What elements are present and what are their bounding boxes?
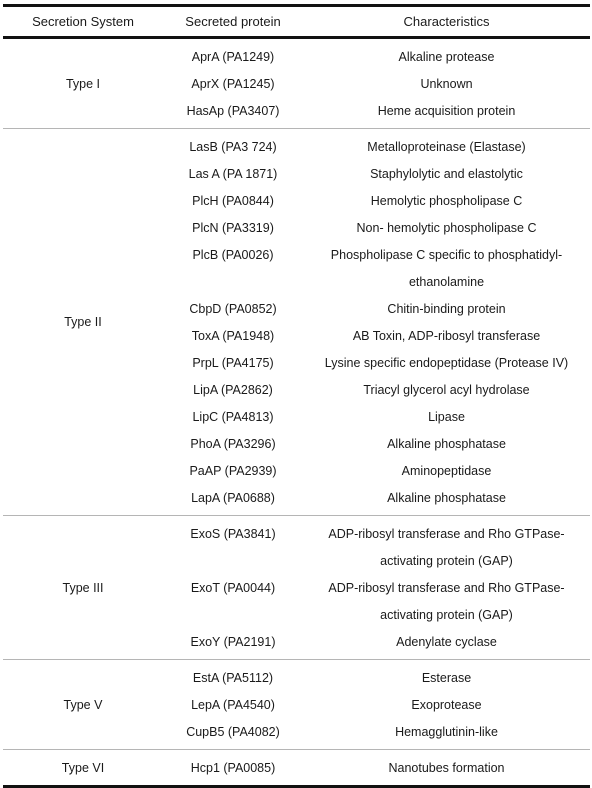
secretion-systems-table: Secretion System Secreted protein Charac… [3,4,590,788]
secreted-protein-cell: ToxA (PA1948) [191,328,275,343]
characteristics-line: Staphylolytic and elastolytic [370,166,523,181]
characteristics-cell: Alkaline protease [303,43,590,70]
characteristics-line: Adenylate cyclase [396,634,497,649]
characteristics-line: Phospholipase C specific to phosphatidyl… [330,247,563,262]
secretion-group: Type V EstA (PA5112) Esterase LepA (PA4540)… [3,660,590,749]
characteristics-cell: Non- hemolytic phospholipase C [303,214,590,241]
secreted-protein-cell: LepA (PA4540) [191,697,275,712]
characteristics-line: Aminopeptidase [401,463,492,478]
header-characteristics: Characteristics [403,14,490,29]
characteristics-line: Lipase [428,409,465,424]
secretion-system-label: Type II [64,315,102,329]
characteristics-cell: Unknown [303,70,590,97]
secreted-protein-cell: PlcN (PA3319) [192,220,274,235]
secreted-protein-cell: PlcB (PA0026) [192,247,274,262]
characteristics-line: Hemagglutinin-like [395,724,498,739]
characteristics-line: Lysine specific endopeptidase (Protease … [324,355,569,370]
characteristics-cell: Triacyl glycerol acyl hydrolase [303,376,590,403]
secreted-protein-cell: LapA (PA0688) [191,490,275,505]
secreted-protein-cell: PlcH (PA0844) [192,193,274,208]
characteristics-cell: Lipase [303,403,590,430]
secretion-system-label: Type V [63,697,103,712]
secretion-system-label: Type III [62,580,104,595]
secretion-group: Type I AprA (PA1249) Alkaline protease AprX… [3,39,590,128]
secreted-protein-cell: ExoY (PA2191) [190,634,276,649]
secreted-protein-cell: ExoS (PA3841) [190,526,276,541]
characteristics-cell: Lysine specific endopeptidase (Protease … [303,349,590,376]
header-secreted-protein: Secreted protein [185,14,281,29]
characteristics-line: Metalloproteinase (Elastase) [367,139,526,154]
characteristics-line: Nanotubes formation [388,760,505,775]
characteristics-cell: Heme acquisition protein [303,97,590,124]
characteristics-line: Esterase [421,670,472,685]
table-header-row: Secretion System Secreted protein Charac… [3,7,590,36]
characteristics-cell: Chitin-binding protein [303,295,590,322]
characteristics-cell: Adenylate cyclase [303,628,590,655]
secreted-protein-cell: CbpD (PA0852) [189,301,277,316]
characteristics-line: activating protein (GAP) [380,607,513,622]
characteristics-line: Non- hemolytic phospholipase C [356,220,537,235]
characteristics-cell: AB Toxin, ADP-ribosyl transferase [303,322,590,349]
characteristics-line: Chitin-binding protein [387,301,506,316]
characteristics-line: Alkaline phosphatase [387,490,506,505]
secreted-protein-cell: Hcp1 (PA0085) [190,760,276,775]
characteristics-line: Exoprotease [411,697,482,712]
characteristics-cell: Hemolytic phospholipase C [303,187,590,214]
secreted-protein-cell: PhoA (PA3296) [190,436,276,451]
characteristics-line: ethanolamine [408,274,485,289]
characteristics-line: Alkaline protease [398,49,495,64]
characteristics-cell: Exoprotease [303,691,590,718]
secreted-protein-cell: PrpL (PA4175) [192,355,274,370]
secretion-group: Type III ExoS (PA3841) ADP-ribosyl transfe… [3,516,590,659]
secreted-protein-cell: EstA (PA5112) [192,670,274,685]
secreted-protein-cell: AprA (PA1249) [191,49,275,64]
characteristics-cell: Nanotubes formation [303,754,590,781]
characteristics-line: ADP-ribosyl transferase and Rho GTPase- [328,526,565,541]
characteristics-line: Triacyl glycerol acyl hydrolase [363,382,530,397]
secreted-protein-cell: CupB5 (PA4082) [186,724,280,739]
header-secretion-system: Secretion System [32,14,134,29]
characteristics-cell: ADP-ribosyl transferase and Rho GTPase-a… [303,574,590,628]
secreted-protein-cell: HasAp (PA3407) [186,103,280,118]
characteristics-line: Unknown [420,76,473,91]
characteristics-cell: Alkaline phosphatase [303,484,590,511]
characteristics-line: AB Toxin, ADP-ribosyl transferase [352,328,541,343]
secreted-protein-cell: LipA (PA2862) [193,382,273,397]
characteristics-line: Hemolytic phospholipase C [370,193,523,208]
characteristics-line: ADP-ribosyl transferase and Rho GTPase- [328,580,565,595]
secretion-system-label: Type I [65,76,101,91]
secretion-group: Type II LasB (PA3 724) Metalloproteinase (… [3,129,590,515]
secreted-protein-cell: AprX (PA1245) [191,76,275,91]
characteristics-cell: Staphylolytic and elastolytic [303,160,590,187]
secretion-system-label: Type VI [61,760,105,775]
characteristics-cell: Metalloproteinase (Elastase) [303,133,590,160]
characteristics-cell: Aminopeptidase [303,457,590,484]
characteristics-line: Alkaline phosphatase [387,436,506,451]
secreted-protein-cell: ExoT (PA0044) [190,580,276,595]
table-body: Type I AprA (PA1249) Alkaline protease AprX… [3,39,590,785]
secreted-protein-cell: PaAP (PA2939) [189,463,277,478]
characteristics-cell: Hemagglutinin-like [303,718,590,745]
characteristics-cell: Phospholipase C specific to phosphatidyl… [303,241,590,295]
secretion-group: Type VI Hcp1 (PA0085) Nanotubes formation [3,750,590,785]
secreted-protein-cell: LasB (PA3 724) [189,139,277,154]
characteristics-line: activating protein (GAP) [380,553,513,568]
characteristics-cell: Alkaline phosphatase [303,430,590,457]
secreted-protein-cell: Las A (PA 1871) [188,166,278,181]
secreted-protein-cell: LipC (PA4813) [192,409,274,424]
characteristics-cell: Esterase [303,664,590,691]
characteristics-line: Heme acquisition protein [377,103,516,118]
characteristics-cell: ADP-ribosyl transferase and Rho GTPase-a… [303,520,590,574]
